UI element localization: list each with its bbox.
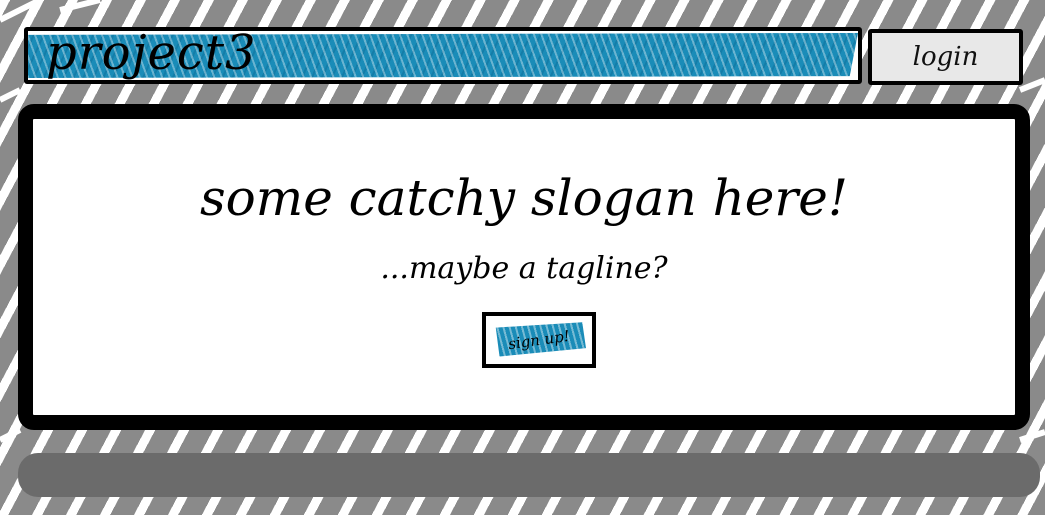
slogan-heading: some catchy slogan here! (200, 169, 848, 227)
header-bar: project3 (24, 27, 862, 84)
footer-bar (18, 453, 1040, 497)
hero-panel: some catchy slogan here! ...maybe a tagl… (18, 104, 1030, 430)
login-button[interactable]: login (868, 29, 1023, 85)
signup-button[interactable]: sign up! (482, 312, 596, 368)
project-title[interactable]: project3 (46, 31, 257, 80)
tagline-text: ...maybe a tagline? (380, 251, 668, 286)
